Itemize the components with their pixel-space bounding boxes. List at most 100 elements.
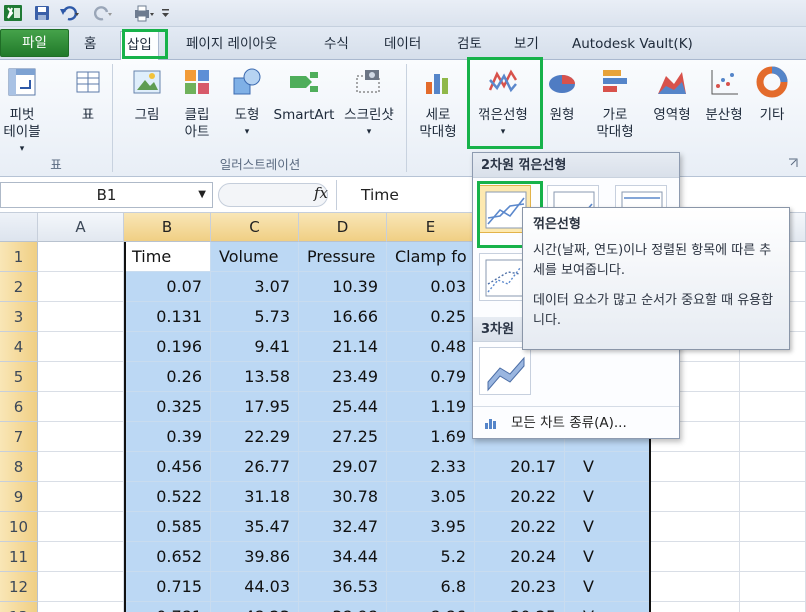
row-header[interactable]: 1 xyxy=(0,242,38,272)
column-chart-button[interactable]: 세로 막대형 xyxy=(410,66,466,141)
cell[interactable] xyxy=(38,332,124,362)
cell[interactable]: V xyxy=(565,482,650,512)
cell[interactable]: V xyxy=(565,602,650,612)
column-header[interactable]: D xyxy=(299,213,387,242)
cell[interactable]: 0.131 xyxy=(124,302,211,332)
cell[interactable]: 13.58 xyxy=(211,362,299,392)
cell[interactable]: 0.25 xyxy=(387,302,475,332)
cell[interactable]: 27.25 xyxy=(299,422,387,452)
cell[interactable] xyxy=(38,512,124,542)
cell[interactable]: 17.95 xyxy=(211,392,299,422)
cell[interactable]: 29.07 xyxy=(299,452,387,482)
picture-button[interactable]: 그림 xyxy=(126,66,168,124)
cell[interactable]: 20.22 xyxy=(475,482,565,512)
cell[interactable]: 5.73 xyxy=(211,302,299,332)
cell[interactable] xyxy=(650,482,740,512)
cell[interactable]: 32.47 xyxy=(299,512,387,542)
cell[interactable]: 0.325 xyxy=(124,392,211,422)
cell[interactable] xyxy=(38,542,124,572)
cell[interactable]: 6.8 xyxy=(387,572,475,602)
cell[interactable]: 10.39 xyxy=(299,272,387,302)
cell[interactable]: 0.79 xyxy=(387,362,475,392)
table-button[interactable]: 표 xyxy=(70,66,106,124)
column-header[interactable]: B xyxy=(124,213,211,242)
cell[interactable]: V xyxy=(565,572,650,602)
tab-review[interactable]: 검토 xyxy=(451,31,488,60)
cell[interactable] xyxy=(650,452,740,482)
cell[interactable] xyxy=(38,602,124,612)
cell[interactable]: V xyxy=(565,452,650,482)
cell[interactable] xyxy=(38,272,124,302)
cell[interactable] xyxy=(38,242,124,272)
insert-function-icon[interactable]: fx xyxy=(314,184,328,202)
excel-logo-icon[interactable] xyxy=(3,4,23,22)
cell[interactable]: 20.22 xyxy=(475,512,565,542)
cell[interactable] xyxy=(740,542,806,572)
redo-icon[interactable] xyxy=(94,4,116,22)
line-chart-button[interactable]: 꺾은선형 ▾ xyxy=(468,66,538,141)
row-header[interactable]: 2 xyxy=(0,272,38,302)
column-header[interactable]: C xyxy=(211,213,299,242)
cell[interactable]: 0.03 xyxy=(387,272,475,302)
row-header[interactable]: 3 xyxy=(0,302,38,332)
cell[interactable]: 36.53 xyxy=(299,572,387,602)
cell[interactable] xyxy=(38,362,124,392)
cell[interactable]: 35.47 xyxy=(211,512,299,542)
bar-chart-button[interactable]: 가로 막대형 xyxy=(586,66,644,141)
customize-qat-icon[interactable] xyxy=(160,4,172,22)
cell[interactable]: 34.44 xyxy=(299,542,387,572)
cell[interactable]: 3.07 xyxy=(211,272,299,302)
save-icon[interactable] xyxy=(33,4,51,22)
cell[interactable]: 3.95 xyxy=(387,512,475,542)
cell[interactable]: 21.14 xyxy=(299,332,387,362)
cell[interactable] xyxy=(650,542,740,572)
cell[interactable]: 44.03 xyxy=(211,572,299,602)
cell[interactable] xyxy=(740,452,806,482)
print-icon[interactable] xyxy=(132,4,154,22)
row-header[interactable]: 10 xyxy=(0,512,38,542)
cell[interactable]: 0.26 xyxy=(124,362,211,392)
cell[interactable]: 0.196 xyxy=(124,332,211,362)
cell[interactable]: V xyxy=(565,512,650,542)
row-header[interactable]: 5 xyxy=(0,362,38,392)
cell[interactable]: 26.77 xyxy=(211,452,299,482)
cell[interactable]: 0.48 xyxy=(387,332,475,362)
tab-view[interactable]: 보기 xyxy=(508,31,545,60)
cell[interactable]: Clamp fo xyxy=(387,242,475,272)
row-header[interactable]: 8 xyxy=(0,452,38,482)
column-header[interactable]: A xyxy=(38,213,124,242)
cell[interactable]: 20.17 xyxy=(475,452,565,482)
row-header[interactable]: 9 xyxy=(0,482,38,512)
name-box[interactable]: B1 ▼ xyxy=(0,182,213,208)
cell[interactable]: 1.69 xyxy=(387,422,475,452)
cell[interactable]: 20.23 xyxy=(475,572,565,602)
cell[interactable]: 8.86 xyxy=(387,602,475,612)
cell[interactable]: 2.33 xyxy=(387,452,475,482)
cell[interactable]: 22.29 xyxy=(211,422,299,452)
cell[interactable]: 38.98 xyxy=(299,602,387,612)
cell[interactable] xyxy=(650,512,740,542)
cell[interactable]: 25.44 xyxy=(299,392,387,422)
cell[interactable]: 48.23 xyxy=(211,602,299,612)
3d-line-chart-option[interactable] xyxy=(479,347,531,395)
undo-icon[interactable] xyxy=(59,4,81,22)
tab-data[interactable]: 데이터 xyxy=(378,31,427,60)
row-header[interactable]: 11 xyxy=(0,542,38,572)
cell[interactable]: Pressure xyxy=(299,242,387,272)
cell[interactable] xyxy=(38,302,124,332)
pivot-table-button[interactable]: 피벗 테이블 ▾ xyxy=(2,66,42,158)
cell[interactable] xyxy=(38,452,124,482)
tab-home[interactable]: 홈 xyxy=(78,31,102,60)
cell[interactable] xyxy=(740,392,806,422)
cell[interactable] xyxy=(650,602,740,612)
tab-insert[interactable]: 삽입 xyxy=(120,31,159,61)
row-header[interactable]: 13 xyxy=(0,602,38,612)
tab-page-layout[interactable]: 페이지 레이아웃 xyxy=(180,31,283,60)
cell[interactable] xyxy=(650,572,740,602)
cell[interactable] xyxy=(38,572,124,602)
cell[interactable]: 9.41 xyxy=(211,332,299,362)
cell[interactable] xyxy=(38,392,124,422)
cell[interactable]: 20.24 xyxy=(475,542,565,572)
cell[interactable]: 0.781 xyxy=(124,602,211,612)
cell[interactable]: 3.05 xyxy=(387,482,475,512)
